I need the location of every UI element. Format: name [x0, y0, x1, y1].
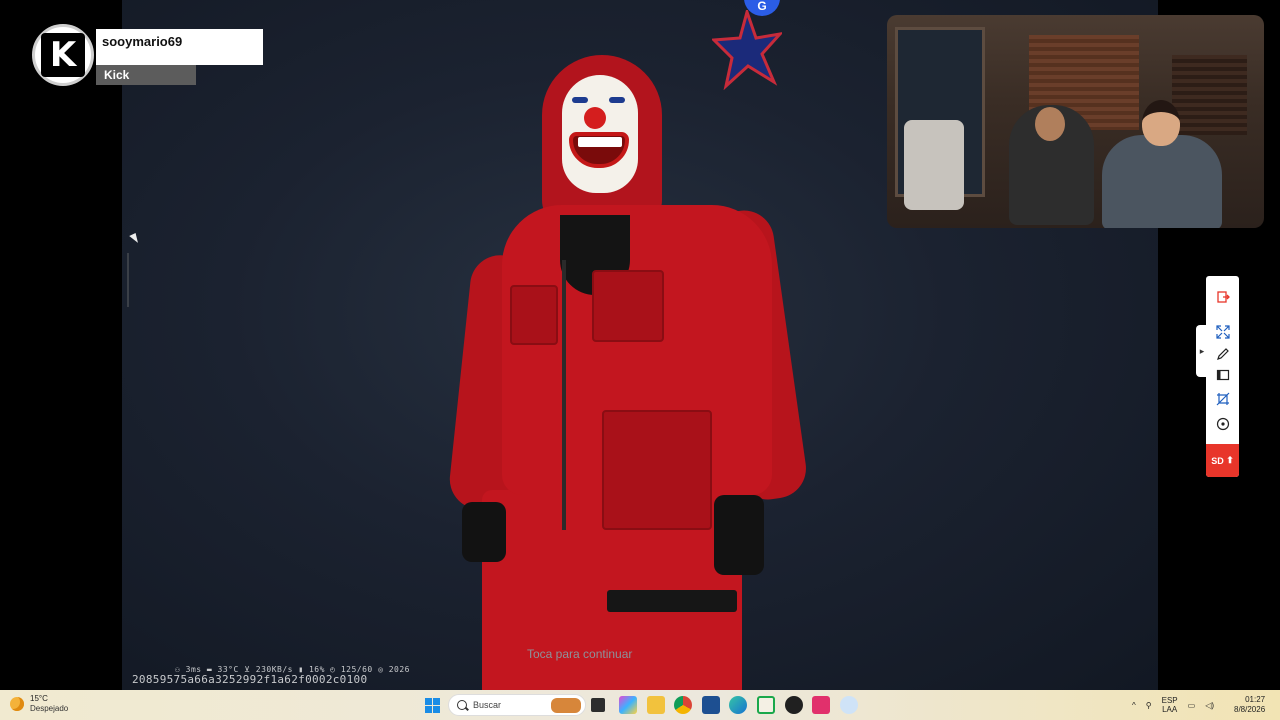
tiktok-icon[interactable] — [812, 696, 830, 714]
exit-icon[interactable] — [1206, 286, 1239, 308]
quality-sd-button[interactable]: SD ⬆ — [1206, 444, 1239, 477]
weather-temperature: 15°C — [30, 694, 48, 703]
cam-background-chair — [904, 120, 964, 210]
character-leg-strap — [607, 590, 737, 612]
streamer-platform: Kick — [96, 65, 196, 85]
star-decoration — [712, 10, 782, 90]
search-icon — [457, 700, 467, 710]
character-zipper — [562, 260, 566, 530]
webcam-overlay — [887, 15, 1264, 228]
screen: G Toca para continuar ⚇ 3ms ▬ 33°C ⊻ 230… — [0, 0, 1280, 720]
record-icon[interactable] — [1206, 413, 1239, 435]
obs-icon[interactable] — [785, 696, 803, 714]
panel-icon[interactable] — [1206, 364, 1239, 386]
cam-background-blinds-right — [1172, 55, 1247, 135]
tap-to-continue-prompt[interactable]: Toca para continuar — [527, 647, 632, 661]
file-explorer-icon[interactable] — [647, 696, 665, 714]
character-pocket-left — [510, 285, 558, 345]
letterbox-left — [0, 0, 122, 690]
cam-person-right-head — [1142, 100, 1180, 146]
start-button[interactable] — [425, 698, 440, 713]
tool-panel: SD ⬆ — [1206, 276, 1239, 477]
mask-eye-right — [609, 97, 625, 103]
display-icon[interactable]: ▭ — [1188, 701, 1196, 710]
avatar: K — [32, 24, 94, 86]
weather-widget[interactable]: 15°C Despejado — [10, 694, 68, 714]
capcut-icon[interactable] — [757, 696, 775, 714]
weather-description: Despejado — [30, 704, 69, 713]
character-glove-left — [462, 502, 506, 562]
clock[interactable]: 01:27 8/8/2026 — [1234, 695, 1265, 715]
kick-logo-icon: K — [41, 33, 85, 77]
cam-person-left-head — [1035, 107, 1065, 141]
task-view-icon[interactable] — [591, 698, 605, 712]
mask-teeth — [578, 137, 622, 147]
cam-person-right — [1102, 135, 1222, 228]
session-id: 20859575a66a3252992f1a62f0002c0100 — [132, 673, 368, 686]
edge-icon[interactable] — [729, 696, 747, 714]
chrome-icon[interactable] — [674, 696, 692, 714]
recorder-icon[interactable] — [840, 696, 858, 714]
copilot-icon[interactable] — [619, 696, 637, 714]
clock-date: 8/8/2026 — [1234, 705, 1266, 714]
scroll-indicator — [127, 253, 129, 307]
microphone-icon[interactable]: ⚲ — [1146, 701, 1152, 710]
volume-icon[interactable]: ◁) — [1205, 701, 1214, 710]
character-pocket-lower — [602, 410, 712, 530]
mask-nose — [584, 107, 606, 129]
taskbar-search[interactable]: Buscar — [448, 694, 586, 716]
pen-icon[interactable] — [1206, 343, 1239, 365]
streamer-badge: K sooymario69 Kick — [32, 24, 272, 88]
clock-time: 01:27 — [1245, 695, 1266, 704]
language-indicator[interactable]: ESP LAA — [1162, 696, 1178, 714]
mask-eye-left — [572, 97, 588, 103]
streamer-username: sooymario69 — [96, 29, 263, 65]
chevron-up-icon[interactable]: ^ — [1132, 701, 1136, 710]
moon-weather-icon — [10, 697, 24, 711]
search-placeholder: Buscar — [473, 700, 502, 710]
character-pocket-right — [592, 270, 664, 342]
character-glove-right — [714, 495, 764, 575]
crop-icon[interactable] — [1206, 388, 1239, 410]
store-icon[interactable] — [702, 696, 720, 714]
taskbar: 15°C Despejado Buscar ^ ⚲ ESP LAA ▭ ◁) 0… — [0, 690, 1280, 720]
system-tray: ^ ⚲ ESP LAA ▭ ◁) — [1132, 690, 1214, 720]
expand-icon[interactable] — [1206, 321, 1239, 343]
search-highlight-image — [551, 698, 581, 713]
